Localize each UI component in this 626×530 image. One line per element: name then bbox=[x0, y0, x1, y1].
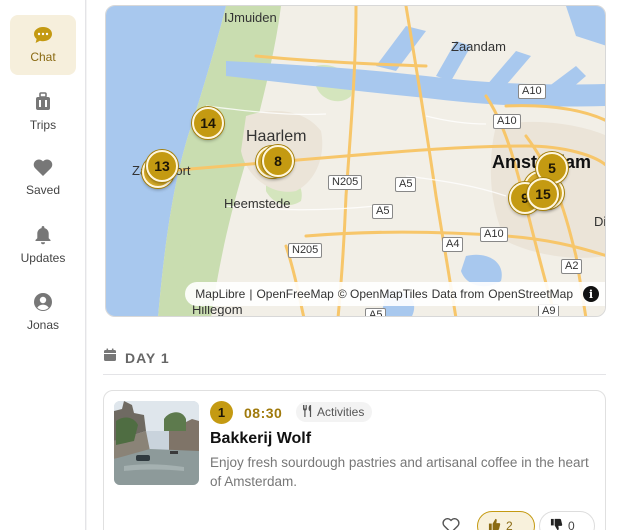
user-avatar-icon bbox=[33, 292, 53, 312]
downvote-button[interactable]: 0 bbox=[539, 511, 595, 530]
thumbs-down-icon bbox=[550, 518, 563, 530]
maplibre-link[interactable]: MapLibre bbox=[195, 287, 245, 301]
road-shield: A2 bbox=[561, 259, 583, 274]
openmaptiles-link[interactable]: © OpenMapTiles bbox=[338, 287, 428, 301]
thumbs-up-icon bbox=[488, 518, 501, 530]
map-marker[interactable]: 14 bbox=[192, 107, 224, 139]
map-label-heemstede: Heemstede bbox=[224, 196, 291, 211]
road-shield: A10 bbox=[480, 227, 508, 242]
heart-outline-icon bbox=[442, 517, 460, 530]
sidebar-item-updates[interactable]: Updates bbox=[10, 215, 76, 275]
road-shield: A10 bbox=[518, 84, 546, 99]
openfreemap-link[interactable]: OpenFreeMap bbox=[256, 287, 333, 301]
map-marker[interactable]: 15 bbox=[527, 178, 559, 210]
road-shield: A5 bbox=[395, 177, 417, 192]
save-button[interactable] bbox=[440, 517, 462, 530]
itinerary-card[interactable]: 1 08:30 Activities Bakkerij Wolf Enjoy f… bbox=[103, 390, 606, 530]
sidebar-item-label: Saved bbox=[25, 183, 61, 197]
trip-map[interactable]: IJmuiden Zaandam Haarlem Zandvoort Heems… bbox=[105, 5, 606, 317]
sidebar-item-label: Jonas bbox=[26, 318, 60, 332]
map-marker[interactable]: 13 bbox=[146, 150, 178, 182]
category-label: Activities bbox=[317, 405, 365, 419]
upvote-count: 2 bbox=[506, 519, 513, 530]
road-shield: A5 bbox=[365, 308, 387, 316]
sidebar-item-chat[interactable]: Chat bbox=[10, 15, 76, 75]
attribution-separator: | bbox=[249, 287, 253, 301]
map-label-haarlem: Haarlem bbox=[246, 128, 307, 145]
divider bbox=[103, 374, 606, 375]
road-shield: A5 bbox=[372, 204, 394, 219]
road-shield: A4 bbox=[442, 237, 464, 252]
day-heading: DAY 1 bbox=[103, 348, 170, 367]
attribution-data-from: Data from bbox=[431, 287, 485, 301]
place-description: Enjoy fresh sourdough pastries and artis… bbox=[210, 455, 589, 489]
sidebar-item-profile[interactable]: Jonas bbox=[10, 282, 76, 342]
day-label: DAY 1 bbox=[125, 349, 170, 366]
item-time: 08:30 bbox=[244, 405, 283, 421]
sidebar-item-label: Updates bbox=[20, 251, 66, 265]
map-marker[interactable]: 8 bbox=[262, 145, 294, 177]
sidebar-item-saved[interactable]: Saved bbox=[10, 148, 76, 208]
road-shield: N205 bbox=[288, 243, 323, 258]
map-label-ijmuiden: IJmuiden bbox=[224, 10, 277, 25]
place-photo bbox=[114, 401, 199, 485]
road-shield: N205 bbox=[328, 175, 363, 190]
road-shield: A10 bbox=[493, 114, 521, 129]
heart-icon bbox=[33, 159, 53, 177]
main-content: IJmuiden Zaandam Haarlem Zandvoort Heems… bbox=[87, 0, 626, 530]
sidebar-nav: Chat Trips Saved Updates Jonas bbox=[0, 0, 86, 530]
upvote-button[interactable]: 2 bbox=[477, 511, 535, 530]
suitcase-icon bbox=[35, 92, 51, 112]
category-tag: Activities bbox=[296, 402, 373, 422]
map-attribution: MapLibre | OpenFreeMap © OpenMapTiles Da… bbox=[185, 282, 605, 306]
downvote-count: 0 bbox=[568, 519, 575, 530]
calendar-icon bbox=[103, 348, 117, 367]
openstreetmap-link[interactable]: OpenStreetMap bbox=[488, 287, 573, 301]
sidebar-item-trips[interactable]: Trips bbox=[10, 82, 76, 142]
bell-icon bbox=[34, 225, 52, 245]
item-number-badge: 1 bbox=[210, 401, 233, 424]
place-title[interactable]: Bakkerij Wolf bbox=[210, 430, 311, 448]
info-icon[interactable]: i bbox=[583, 286, 599, 302]
fork-knife-icon bbox=[302, 404, 313, 420]
sidebar-item-label: Trips bbox=[29, 118, 57, 132]
map-label-zaandam: Zaandam bbox=[451, 39, 506, 54]
sidebar-item-label: Chat bbox=[30, 50, 56, 64]
map-label-diemen: Di bbox=[594, 214, 606, 229]
chat-bubble-icon bbox=[33, 26, 53, 44]
